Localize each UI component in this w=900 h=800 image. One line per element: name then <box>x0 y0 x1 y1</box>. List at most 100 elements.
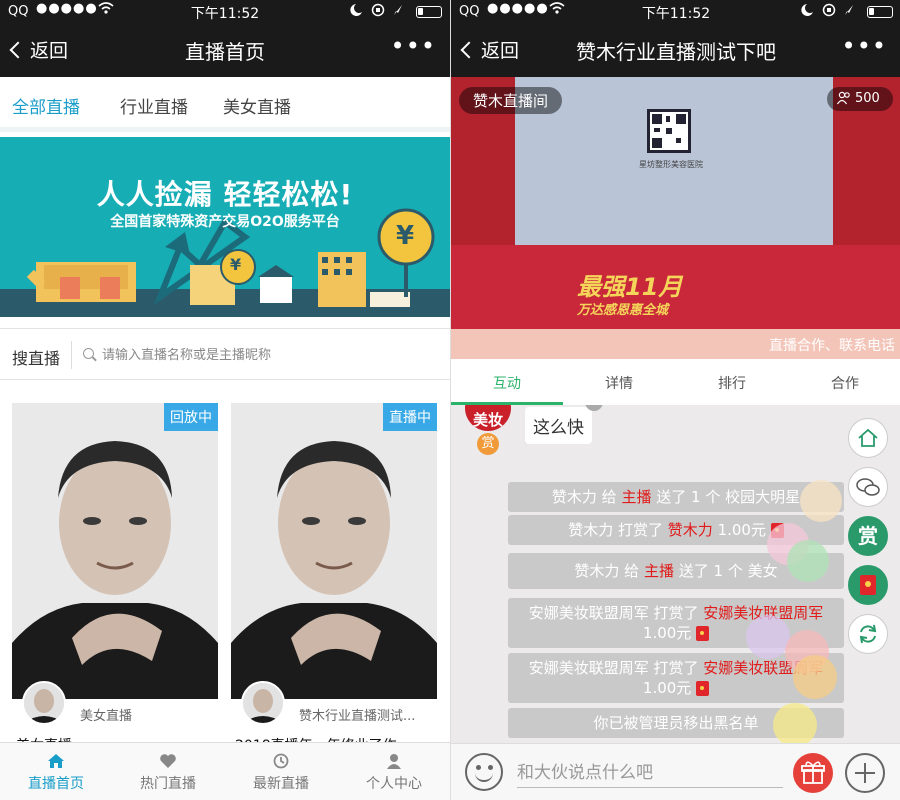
msg-text: 打赏了 <box>613 521 668 539</box>
search-icon <box>83 348 94 359</box>
tab-label: 直播首页 <box>28 776 84 792</box>
wechat-icon <box>856 478 880 496</box>
room-tabs: 互动 详情 排行 合作 <box>451 359 900 405</box>
yen-icon-large: ¥ <box>396 221 415 251</box>
gift-float-icon <box>773 703 817 743</box>
tab-interaction[interactable]: 互动 <box>451 373 563 393</box>
home-icon <box>48 754 64 768</box>
live-home-screen: QQ ●●●●● 下午11:52 返回 直播首页 ••• 全部直播 行业直播 美… <box>0 0 450 800</box>
tab-live-home[interactable]: 直播首页 <box>0 743 112 800</box>
battery-icon <box>416 6 442 18</box>
msg-user: 赞木力 <box>574 562 620 580</box>
battery-icon <box>867 6 893 18</box>
live-video-player[interactable]: 星坊整形美容医院 最强11月 万达感恩惠全城 赞木直播间 500 <box>451 77 900 329</box>
bottom-tab-bar: 直播首页 热门直播 最新直播 个人中心 <box>0 742 450 800</box>
promo-banner[interactable]: 人人捡漏 轻轻松松! 全国首家特殊资产交易O2O服务平台 ¥ ¥ <box>0 137 450 317</box>
msg-user: 赞木力 <box>568 521 614 539</box>
refresh-button[interactable] <box>848 614 888 654</box>
gift-float-icon <box>793 655 837 699</box>
msg-highlight: 赞木力 <box>667 521 713 539</box>
red-envelope-icon <box>860 575 876 595</box>
refresh-icon <box>859 624 877 644</box>
status-badge: 直播中 <box>383 403 437 431</box>
chevron-left-icon <box>460 41 478 58</box>
avatar[interactable]: 美妆 <box>465 405 511 431</box>
msg-text: 送了 1 个 校园大明星 <box>651 488 801 506</box>
msg-text: 打赏了 <box>648 604 704 622</box>
status-bar: QQ ●●●●● 下午11:52 <box>0 0 450 24</box>
msg-text: 给 <box>596 488 622 506</box>
qr-caption: 星坊整形美容医院 <box>639 160 703 169</box>
tab-label: 个人中心 <box>366 776 422 792</box>
reward-button[interactable]: 赏 <box>848 516 888 556</box>
category-tabs: 全部直播 行业直播 美女直播 <box>0 77 450 132</box>
host-photo: 直播中 <box>231 403 437 699</box>
tab-beauty-live[interactable]: 美女直播 <box>223 93 291 118</box>
users-icon <box>837 91 850 105</box>
red-envelope-icon <box>696 626 710 641</box>
nav-bar: 返回 直播首页 ••• <box>0 28 450 73</box>
msg-highlight: 主播 <box>621 488 652 506</box>
nav-bar: 返回 赞木行业直播测试下吧 ••• <box>451 28 900 73</box>
gift-float-icon <box>800 480 842 522</box>
banner-title: 人人捡漏 轻轻松松! <box>96 178 354 211</box>
gift-float-icon <box>787 540 829 582</box>
chevron-left-icon <box>9 41 27 58</box>
room-label: 赞木直播间 <box>459 87 563 114</box>
tab-all-live[interactable]: 全部直播 <box>12 93 80 118</box>
msg-highlight: 主播 <box>643 562 674 580</box>
page-title: 赞木行业直播测试下吧 <box>576 40 776 64</box>
avatar <box>241 681 285 725</box>
live-card[interactable]: 回放中 美女直播 美女直播 <box>12 403 218 743</box>
more-menu-button[interactable]: ••• <box>842 32 887 60</box>
tab-hot-live[interactable]: 热门直播 <box>112 743 224 800</box>
person-icon <box>387 754 401 769</box>
msg-user: 安娜美妆联盟周军 <box>528 604 649 622</box>
search-label: 搜直播 <box>12 349 61 368</box>
red-envelope-icon <box>696 681 710 696</box>
tab-details[interactable]: 详情 <box>563 373 675 393</box>
search-divider <box>71 341 72 369</box>
gift-float-icon <box>746 615 790 659</box>
emoji-icon[interactable] <box>465 753 503 791</box>
status-badge: 回放中 <box>164 403 218 431</box>
live-card[interactable]: 直播中 赞木行业直播测试... 2018直播年一年修业了作 <box>231 403 437 743</box>
chat-message-input[interactable] <box>517 758 783 788</box>
top-bar: QQ ●●●●● 下午11:52 返回 直播首页 ••• <box>0 0 450 77</box>
heart-icon <box>160 754 176 768</box>
red-envelope-button[interactable] <box>848 565 888 605</box>
clock-icon <box>273 753 289 769</box>
live-room-screen: QQ ●●●●● 下午11:52 返回 赞木行业直播测试下吧 ••• 星坊整形美… <box>450 0 900 800</box>
card-category: 赞木行业直播测试... <box>299 709 416 724</box>
msg-text: 1.00元 <box>642 624 692 642</box>
tab-ranking[interactable]: 排行 <box>676 373 788 393</box>
host-photo: 回放中 <box>12 403 218 699</box>
chat-area[interactable]: 美妆 赏 这么快 赞木力 给 主播 送了 1 个 校园大明星 赞木力 打赏了 赞… <box>451 405 900 743</box>
more-menu-button[interactable]: ••• <box>391 32 436 60</box>
promo-text: 最强11月 <box>577 273 683 301</box>
more-plus-button[interactable] <box>845 753 885 793</box>
tab-industry-live[interactable]: 行业直播 <box>120 93 188 118</box>
tab-latest-live[interactable]: 最新直播 <box>225 743 337 800</box>
tab-cooperation[interactable]: 合作 <box>789 373 900 393</box>
search-input[interactable] <box>102 343 432 367</box>
viewer-count: 500 <box>827 87 893 111</box>
msg-user: 赞木力 <box>551 488 597 506</box>
gift-icon <box>801 761 825 784</box>
reward-badge: 赏 <box>477 433 499 455</box>
msg-text: 送了 1 个 美女 <box>673 562 778 580</box>
msg-text: 1.00元 <box>712 521 766 539</box>
wechat-share-button[interactable] <box>848 467 888 507</box>
gift-button[interactable] <box>793 753 833 793</box>
promo-subtext: 万达感恩惠全城 <box>577 303 669 318</box>
qr-code-icon <box>647 109 691 153</box>
msg-user: 安娜美妆联盟周军 <box>528 659 649 677</box>
yen-icon-small: ¥ <box>230 255 242 274</box>
msg-text: 你已被管理员移出黑名单 <box>593 714 759 732</box>
home-button[interactable] <box>848 418 888 458</box>
tab-profile[interactable]: 个人中心 <box>338 743 450 800</box>
cooperation-contact-link[interactable]: 直播合作、联系电话 <box>451 329 900 359</box>
system-message: 赞木力 给 主播 送了 1 个 校园大明星 <box>508 482 844 512</box>
home-icon <box>858 428 878 447</box>
avatar <box>22 681 66 725</box>
